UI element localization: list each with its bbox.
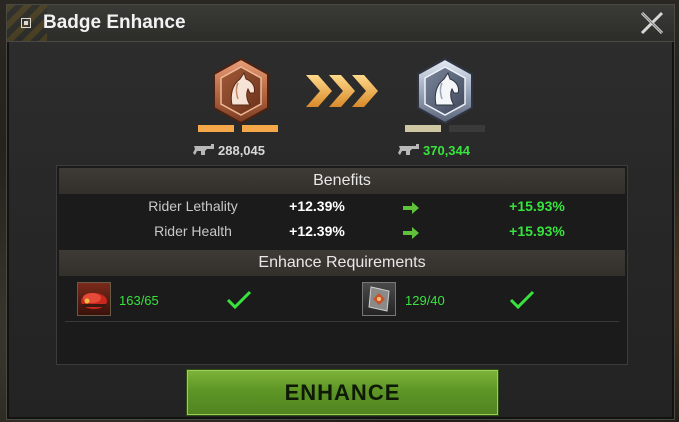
benefit-current-value: +12.39%	[289, 223, 345, 239]
gun-icon	[398, 141, 420, 157]
benefit-row: Rider Lethality +12.39% +15.93%	[57, 195, 627, 219]
requirement-count: 163/65	[119, 293, 159, 308]
current-level-segment-2	[242, 125, 278, 132]
checkmark-icon	[226, 290, 252, 310]
gun-icon	[193, 141, 215, 157]
right-arrow-icon	[403, 226, 419, 239]
requirements-divider	[65, 321, 619, 322]
next-power-value: 370,344	[423, 143, 470, 158]
details-panel: Benefits Rider Lethality +12.39% +15.93%…	[56, 165, 628, 365]
next-level-segment-1	[405, 125, 441, 132]
right-arrow-icon	[403, 201, 419, 214]
horse-head-bronze-badge-icon	[210, 57, 272, 125]
enhance-button[interactable]: ENHANCE	[186, 369, 499, 416]
next-level-segment-2	[449, 125, 485, 132]
dialog-title: Badge Enhance	[43, 12, 186, 33]
horse-head-silver-badge-icon	[414, 57, 476, 125]
title-square-icon	[21, 18, 31, 28]
badge-comparison: 288,045 370,344	[7, 45, 674, 165]
checkmark-icon	[509, 290, 535, 310]
benefits-header: Benefits	[59, 168, 625, 194]
benefit-next-value: +15.93%	[509, 198, 565, 214]
upgrade-arrows-icon	[304, 73, 380, 114]
benefit-name: Rider Lethality	[148, 198, 238, 214]
requirements-header: Enhance Requirements	[59, 250, 625, 276]
title-bar: Badge Enhance	[7, 5, 674, 42]
red-beret-icon[interactable]	[77, 282, 111, 316]
close-icon[interactable]	[638, 9, 666, 37]
requirement-count: 129/40	[405, 293, 445, 308]
benefit-next-value: +15.93%	[509, 223, 565, 239]
current-level-segment-1	[198, 125, 234, 132]
benefit-current-value: +12.39%	[289, 198, 345, 214]
badge-material-icon[interactable]	[362, 282, 396, 316]
benefit-name: Rider Health	[154, 223, 232, 239]
benefit-row: Rider Health +12.39% +15.93%	[57, 220, 627, 244]
badge-enhance-dialog: Badge Enhance 288,045 370,344 Benefits R…	[6, 4, 675, 420]
current-power-value: 288,045	[218, 143, 265, 158]
